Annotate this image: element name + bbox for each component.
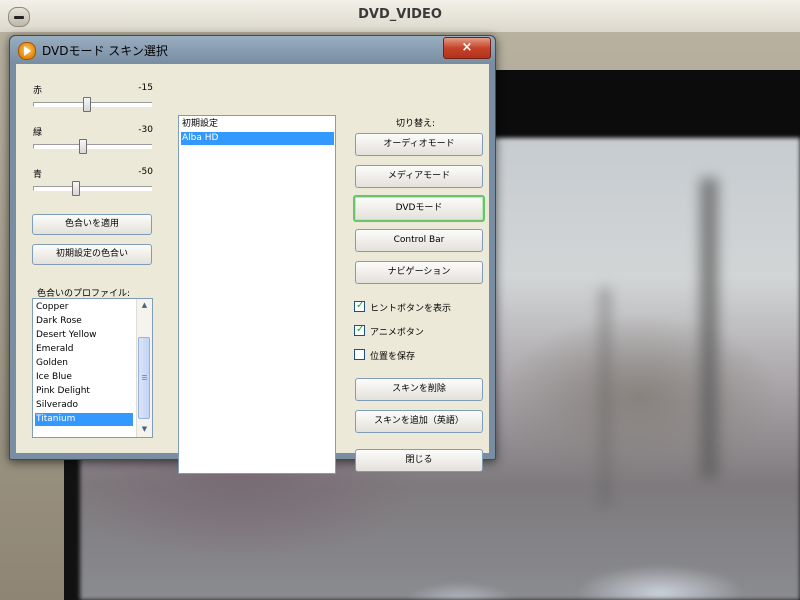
dialog-title: DVDモード スキン選択: [42, 44, 168, 58]
list-item[interactable]: Pink Delight: [35, 385, 136, 398]
check-icon: ✓: [356, 324, 365, 335]
dvd-mode-button[interactable]: DVDモード: [353, 195, 485, 222]
navigation-button[interactable]: ナビゲーション: [355, 261, 483, 284]
app-title: DVD_VIDEO: [358, 7, 442, 22]
show-hint-label: ヒントボタンを表示: [370, 304, 452, 314]
media-mode-button[interactable]: メディアモード: [355, 165, 483, 188]
skin-select-dialog: DVDモード スキン選択 × 赤 -15 緑 -30 青 -50 色合いを適用 …: [9, 35, 496, 474]
anime-button-label: アニメボタン: [370, 328, 424, 338]
red-slider-thumb[interactable]: [83, 97, 91, 112]
list-item-selected[interactable]: Titanium: [35, 413, 133, 426]
profile-listbox[interactable]: Copper Dark Rose Desert Yellow Emerald G…: [32, 298, 153, 438]
close-button[interactable]: 閉じる: [355, 449, 483, 472]
grip-line: [142, 375, 147, 376]
scroll-down-icon[interactable]: ▼: [137, 423, 152, 436]
green-slider-label: 緑: [33, 128, 43, 138]
grip-line: [142, 379, 147, 380]
save-position-label: 位置を保存: [370, 352, 416, 362]
anime-button-checkbox[interactable]: ✓: [354, 324, 365, 336]
apply-color-button[interactable]: 色合いを適用: [32, 214, 152, 235]
save-position-checkbox[interactable]: [354, 349, 365, 360]
control-bar-button[interactable]: Control Bar: [355, 229, 483, 252]
green-slider-value: -30: [138, 125, 153, 135]
red-slider-label: 赤: [33, 86, 43, 96]
video-pole-shape: [700, 178, 718, 478]
green-slider-track[interactable]: [33, 144, 152, 149]
profile-scrollbar[interactable]: ▲ ▼: [136, 299, 152, 437]
list-item[interactable]: Desert Yellow: [35, 329, 136, 342]
delete-skin-button[interactable]: スキンを削除: [355, 378, 483, 401]
skin-listbox[interactable]: 初期設定 Alba HD: [178, 115, 336, 474]
list-item[interactable]: Emerald: [35, 343, 136, 356]
list-item[interactable]: Silverado: [35, 399, 136, 412]
green-slider-thumb[interactable]: [79, 139, 87, 154]
show-hint-checkbox[interactable]: ✓: [354, 300, 365, 312]
blue-slider-label: 青: [33, 170, 43, 180]
audio-mode-button[interactable]: オーディオモード: [355, 133, 483, 156]
grip-line: [142, 377, 147, 378]
blue-slider-track[interactable]: [33, 186, 152, 191]
red-slider-track[interactable]: [33, 102, 152, 107]
list-item[interactable]: Ice Blue: [35, 371, 136, 384]
list-item[interactable]: 初期設定: [181, 118, 334, 131]
check-icon: ✓: [356, 300, 365, 311]
red-slider-value: -15: [138, 83, 153, 93]
list-item[interactable]: Copper: [35, 301, 136, 314]
dialog-title-bar[interactable]: DVDモード スキン選択 ×: [10, 36, 495, 62]
video-pole-shape-2: [600, 288, 610, 508]
blue-slider-thumb[interactable]: [72, 181, 80, 196]
dialog-body: 赤 -15 緑 -30 青 -50 色合いを適用 初期設定の色合い 色合いのプロ…: [16, 64, 489, 474]
blue-slider-value: -50: [138, 167, 153, 177]
default-color-button[interactable]: 初期設定の色合い: [32, 244, 152, 265]
list-item[interactable]: Golden: [35, 357, 136, 370]
scrollbar-thumb[interactable]: [138, 337, 150, 419]
app-title-bar: DVD_VIDEO: [0, 0, 800, 33]
player-logo-icon: [18, 42, 36, 60]
scroll-up-icon[interactable]: ▲: [137, 299, 152, 312]
add-skin-button[interactable]: スキンを追加（英語）: [355, 410, 483, 433]
list-item[interactable]: Dark Rose: [35, 315, 136, 328]
list-item-selected[interactable]: Alba HD: [181, 132, 334, 145]
switch-label: 切り替え:: [396, 119, 436, 129]
close-icon[interactable]: ×: [443, 37, 491, 59]
